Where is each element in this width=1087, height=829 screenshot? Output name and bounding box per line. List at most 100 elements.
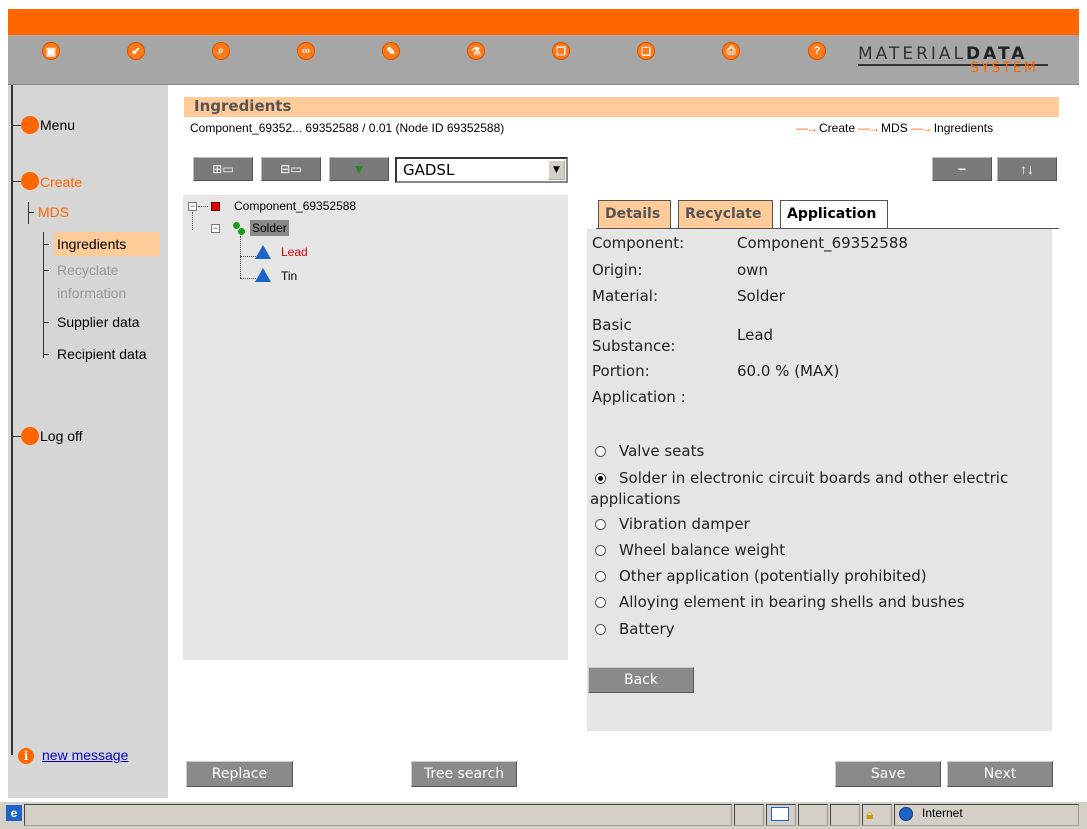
print-icon[interactable]: ⎙	[722, 42, 740, 60]
page-title: Ingredients	[194, 97, 292, 115]
info-icon: i	[18, 748, 34, 764]
application-label: Application :	[592, 388, 686, 406]
portion-value: 60.0 % (MAX)	[737, 362, 840, 380]
minus-icon: −	[957, 161, 967, 177]
material-value: Solder	[737, 287, 785, 305]
filter-icon: ▼	[352, 161, 366, 177]
sidebar-item-recyclate-line2[interactable]: information	[57, 285, 126, 301]
sidebar-item-supplier-data[interactable]: Supplier data	[57, 314, 140, 330]
origin-label: Origin:	[592, 261, 643, 279]
check-icon[interactable]: ✔	[127, 42, 145, 60]
save-button[interactable]: Save	[835, 761, 941, 787]
menu-dot-icon	[21, 116, 39, 134]
sort-arrows-icon: ↑↓	[1020, 161, 1034, 177]
pen-icon[interactable]: ✎	[382, 42, 400, 60]
sidebar-item-recyclate[interactable]: Recyclate	[57, 262, 118, 278]
application-option-label[interactable]: Valve seats	[619, 442, 704, 460]
portion-label: Portion:	[592, 362, 650, 380]
breadcrumb-arrow-icon: —→	[796, 121, 818, 135]
sidebar-item-create[interactable]: Create	[40, 174, 82, 190]
application-option-label-wrap[interactable]: applications	[590, 490, 681, 508]
copy-icon[interactable]: ❐	[552, 42, 570, 60]
tab-recyclate[interactable]: Recyclate	[678, 200, 773, 228]
basic-substance-label-1: Basic	[592, 316, 632, 334]
logo-text-material: MATERIAL	[858, 44, 967, 64]
chevron-down-icon[interactable]: ▼	[548, 160, 565, 180]
component-label: Component:	[592, 234, 685, 252]
component-icon	[211, 202, 220, 211]
tree-node-substance-tin[interactable]: Tin	[281, 269, 297, 283]
breadcrumb-mds[interactable]: MDS	[881, 121, 908, 135]
tree-search-button[interactable]: Tree search	[411, 761, 517, 787]
sidebar-item-ingredients[interactable]: Ingredients	[57, 236, 126, 252]
origin-value: own	[737, 261, 768, 279]
application-option-label[interactable]: Battery	[619, 620, 675, 638]
reorder-button[interactable]: ↑↓	[997, 157, 1057, 181]
help-icon[interactable]: ?	[808, 42, 826, 60]
page-header-bar	[184, 97, 1059, 117]
sidebar-item-recipient-data[interactable]: Recipient data	[57, 346, 147, 362]
expand-folder-icon: ⊞▭	[212, 162, 234, 176]
application-option-label[interactable]: Alloying element in bearing shells and b…	[619, 593, 965, 611]
top-banner	[8, 8, 1079, 35]
browser-ie-icon: e	[6, 805, 22, 821]
basic-substance-value: Lead	[737, 326, 774, 344]
globe-icon	[899, 807, 913, 821]
replace-button[interactable]: Replace	[186, 761, 293, 787]
breadcrumb-ingredients[interactable]: Ingredients	[934, 121, 993, 135]
sidebar-item-logoff[interactable]: Log off	[40, 428, 83, 444]
breadcrumb-create[interactable]: Create	[819, 121, 855, 135]
radio-application-4[interactable]	[595, 571, 606, 582]
radio-application-3[interactable]	[595, 545, 606, 556]
security-zone-label: Internet	[922, 806, 963, 820]
application-option-label[interactable]: Other application (potentially prohibite…	[619, 567, 927, 585]
back-button[interactable]: Back	[588, 667, 694, 693]
radio-application-2[interactable]	[595, 519, 606, 530]
collapse-node-icon[interactable]: −	[211, 224, 220, 233]
logoff-dot-icon	[21, 427, 39, 445]
collapse-folder-icon: ⊟▭	[280, 162, 302, 176]
tab-application[interactable]: Application	[780, 200, 888, 230]
breadcrumb: —→ Create —→ MDS —→ Ingredients	[796, 121, 993, 135]
lock-icon: 🔒︎	[866, 806, 874, 822]
create-dot-icon	[21, 172, 39, 190]
radio-application-6[interactable]	[595, 624, 606, 635]
next-button[interactable]: Next	[947, 761, 1053, 787]
application-option-label[interactable]: Wheel balance weight	[619, 541, 785, 559]
paste-icon[interactable]: ❏	[637, 42, 655, 60]
breadcrumb-arrow-icon: —→	[858, 121, 880, 135]
component-value: Component_69352588	[737, 234, 908, 252]
substance-icon	[255, 245, 271, 259]
sidebar-item-mds[interactable]: MDS	[38, 204, 69, 220]
tree-node-material[interactable]: Solder	[250, 220, 289, 236]
breadcrumb-arrow-icon: —→	[910, 121, 933, 135]
logo-text-system: SYSTEM	[970, 60, 1038, 76]
expand-all-button[interactable]: ⊞▭	[193, 157, 253, 181]
substance-list-value: GADSL	[403, 161, 455, 179]
tab-details[interactable]: Details	[598, 200, 671, 228]
tree-node-component[interactable]: Component_69352588	[234, 199, 356, 213]
collapse-node-icon[interactable]: −	[188, 202, 197, 211]
new-message-link[interactable]: new message	[42, 747, 128, 763]
collapse-all-button[interactable]: ⊟▭	[261, 157, 321, 181]
search-icon[interactable]: ⌕	[212, 42, 230, 60]
substance-icon	[255, 268, 271, 282]
flask-icon[interactable]: ⚗	[467, 42, 485, 60]
application-option-label[interactable]: Solder in electronic circuit boards and …	[619, 469, 1008, 487]
radio-application-5[interactable]	[595, 597, 606, 608]
filter-button[interactable]: ▼	[329, 157, 389, 181]
page-subtitle: Component_69352... 69352588 / 0.01 (Node…	[190, 121, 505, 135]
page-icon	[771, 807, 789, 821]
glasses-icon[interactable]: ∞	[297, 42, 315, 60]
material-label: Material:	[592, 287, 658, 305]
materialdata-logo: MATERIALDATA SYSTEM	[858, 40, 1048, 82]
application-option-label[interactable]: Vibration damper	[619, 515, 750, 533]
basic-substance-label-2: Substance:	[592, 337, 676, 355]
substance-list-select[interactable]: GADSL ▼	[395, 157, 568, 183]
remove-button[interactable]: −	[932, 157, 992, 181]
tree-node-substance-lead[interactable]: Lead	[281, 245, 308, 259]
sidebar-item-menu[interactable]: Menu	[40, 117, 75, 133]
radio-application-0[interactable]	[595, 446, 606, 457]
save-icon[interactable]: ▣	[42, 42, 60, 60]
radio-application-1[interactable]	[595, 473, 606, 484]
